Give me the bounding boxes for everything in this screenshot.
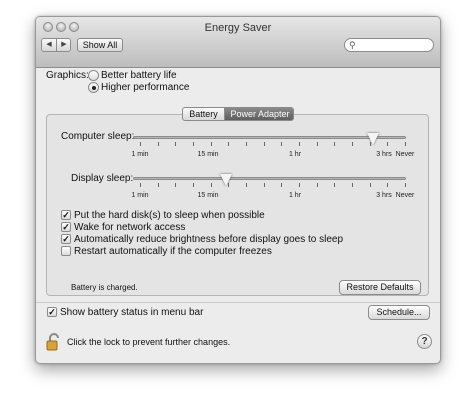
energy-saver-window: Energy Saver ◀ ▶ Show All ⚲ Graphics: Be… <box>35 16 441 364</box>
slider-tick <box>352 183 353 187</box>
tick-label-1min-2: 1 min <box>131 192 149 199</box>
display-sleep-label: Display sleep: <box>71 173 134 184</box>
slider-tick <box>316 183 318 187</box>
slider-tick <box>299 142 300 146</box>
slider-tick <box>405 183 406 187</box>
slider-tick <box>316 142 318 146</box>
show-battery-status-label: Show battery status in menu bar <box>60 307 204 318</box>
slider-tick <box>369 183 371 187</box>
slider-tick <box>263 142 265 146</box>
tick-label-15min: 15 min <box>197 151 219 158</box>
lock-text: Click the lock to prevent further change… <box>67 337 231 347</box>
display-sleep-knob[interactable] <box>219 174 232 186</box>
tick-label-3hrs: 3 hrs <box>376 151 392 158</box>
schedule-button[interactable]: Schedule... <box>368 305 430 320</box>
tick-label-15min-2: 15 min <box>197 192 219 199</box>
slider-tick <box>228 142 230 146</box>
checkbox-restart-freeze[interactable] <box>61 246 71 256</box>
slider-tick <box>281 183 283 187</box>
slider-tick <box>263 183 265 187</box>
reduce-brightness-label: Automatically reduce brightness before d… <box>74 234 344 245</box>
slider-tick <box>193 183 194 187</box>
slider-tick <box>334 183 336 187</box>
tab-power-adapter[interactable]: Power Adapter <box>225 108 293 120</box>
tick-label-1hr: 1 hr <box>288 151 302 158</box>
slider-tick <box>281 142 283 146</box>
slider-tick <box>157 142 159 146</box>
tab-battery[interactable]: Battery <box>183 108 225 120</box>
tick-label-1hr-2: 1 hr <box>288 192 302 199</box>
slider-tick <box>140 183 141 187</box>
radio-higher-performance[interactable] <box>88 82 99 93</box>
computer-sleep-track[interactable] <box>133 136 406 139</box>
slider-tick <box>405 142 406 146</box>
slider-tick <box>352 142 353 146</box>
battery-status-text: Battery is charged. <box>71 283 138 292</box>
slider-tick <box>193 142 194 146</box>
search-field[interactable]: ⚲ <box>344 38 434 52</box>
tick-label-3hrs-2: 3 hrs <box>376 192 392 199</box>
footer-divider <box>36 302 440 303</box>
slider-tick <box>246 142 247 146</box>
slider-tick <box>210 183 212 187</box>
slider-tick <box>369 142 371 146</box>
slider-tick <box>299 183 300 187</box>
better-battery-life-label: Better battery life <box>101 70 177 81</box>
magnifier-icon: ⚲ <box>349 40 356 50</box>
slider-tick <box>387 142 389 146</box>
higher-performance-label: Higher performance <box>101 82 190 93</box>
slider-tick <box>246 183 247 187</box>
slider-tick <box>175 183 177 187</box>
radio-better-battery-life[interactable] <box>88 70 99 81</box>
restart-freeze-label: Restart automatically if the computer fr… <box>74 246 272 257</box>
hard-disk-sleep-label: Put the hard disk(s) to sleep when possi… <box>74 210 265 221</box>
tab-control: Battery Power Adapter <box>182 107 294 121</box>
help-button[interactable]: ? <box>417 334 432 349</box>
show-all-button[interactable]: Show All <box>77 38 123 52</box>
back-button[interactable]: ◀ <box>42 39 56 51</box>
graphics-label: Graphics: <box>46 70 89 81</box>
checkbox-reduce-brightness[interactable]: ✓ <box>61 234 71 244</box>
lock-icon[interactable] <box>46 333 62 351</box>
tick-label-1min: 1 min <box>131 151 149 158</box>
checkbox-hard-disk-sleep[interactable]: ✓ <box>61 210 71 220</box>
slider-tick <box>157 183 159 187</box>
checkbox-wake-network[interactable]: ✓ <box>61 222 71 232</box>
computer-sleep-label: Computer sleep: <box>61 131 135 142</box>
checkbox-show-battery-status[interactable]: ✓ <box>47 307 57 317</box>
tick-label-never: Never <box>395 151 415 158</box>
wake-network-label: Wake for network access <box>74 222 186 233</box>
display-sleep-track[interactable] <box>133 177 406 180</box>
tick-label-never-2: Never <box>395 192 415 199</box>
slider-tick <box>175 142 177 146</box>
title-bar: Energy Saver ◀ ▶ Show All ⚲ <box>36 17 440 68</box>
forward-button[interactable]: ▶ <box>57 39 71 51</box>
slider-tick <box>334 142 336 146</box>
slider-tick <box>210 142 212 146</box>
slider-tick <box>387 183 389 187</box>
back-forward-group: ◀ ▶ <box>41 38 71 52</box>
slider-tick <box>140 142 141 146</box>
restore-defaults-button[interactable]: Restore Defaults <box>339 280 421 295</box>
slider-tick <box>228 183 230 187</box>
window-title: Energy Saver <box>204 22 272 34</box>
